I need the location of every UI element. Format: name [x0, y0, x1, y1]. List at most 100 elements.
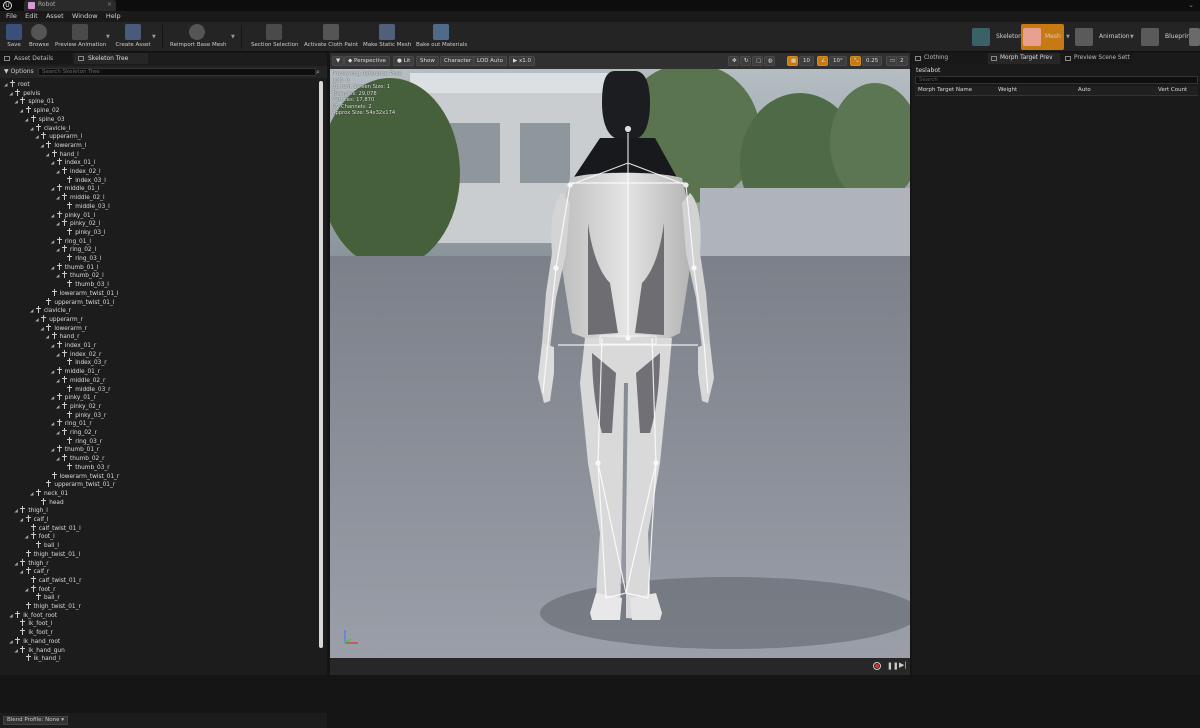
translate-icon[interactable]: ✥ [728, 56, 739, 66]
unreal-logo-icon[interactable]: U [3, 1, 12, 10]
rotate-icon[interactable]: ↻ [740, 56, 751, 66]
bone-row[interactable]: index_03_r [61, 358, 107, 367]
camera-speed-value[interactable]: 2 [896, 56, 908, 66]
bone-row[interactable]: ◢ upperarm_l [35, 132, 82, 141]
tab-preview-scene-settings[interactable]: Preview Scene Sett [1062, 53, 1134, 64]
bone-row[interactable]: ◢ lowerarm_l [40, 140, 86, 150]
mode-mesh-button[interactable]: Mesh [1021, 24, 1064, 50]
menu-asset[interactable]: Asset [46, 11, 64, 22]
mode-physics-button[interactable] [1189, 24, 1200, 50]
bone-row[interactable]: ◢ middle_02_l [56, 193, 105, 202]
record-button[interactable] [873, 662, 881, 670]
grid-snap-icon[interactable]: ▦ [787, 56, 798, 66]
animation-dropdown-icon[interactable]: ▼ [1130, 34, 1134, 40]
bone-row[interactable]: ◢ clavicle_r [30, 306, 71, 315]
bone-row[interactable]: ik_foot_r [14, 628, 53, 637]
bone-row[interactable]: lowerarm_twist_01_r [46, 471, 119, 481]
mode-skeleton-button[interactable]: Skeleton [972, 24, 1022, 50]
bone-row[interactable]: ◢ foot_l [25, 532, 55, 541]
bone-row[interactable]: ik_foot_l [14, 619, 52, 628]
menu-help[interactable]: Help [106, 11, 121, 22]
bone-row[interactable]: ◢ ik_foot_root [9, 610, 57, 620]
bone-row[interactable]: ◢ spine_01 [14, 97, 54, 106]
bone-row[interactable]: ◢ middle_01_r [51, 367, 100, 376]
show-button[interactable]: Show [416, 56, 439, 66]
bone-row[interactable]: upperarm_twist_01_r [40, 480, 115, 489]
browse-button[interactable]: Browse [27, 23, 51, 51]
pause-button[interactable]: ❚❚ [887, 662, 899, 670]
bone-row[interactable]: ◢ clavicle_l [30, 123, 70, 133]
blend-profile-dropdown[interactable]: Blend Profile: None ▾ [3, 716, 68, 725]
tab-skeleton-tree[interactable]: Skeleton Tree [74, 53, 148, 64]
bone-row[interactable]: ◢ root [4, 80, 30, 89]
menu-file[interactable]: File [6, 11, 17, 22]
scale-snap-value[interactable]: 0.25 [862, 56, 883, 66]
tab-clothing[interactable]: Clothing [912, 53, 986, 64]
rotation-snap-icon[interactable]: ∠ [817, 56, 828, 66]
bone-row[interactable]: ◢ ik_hand_gun [14, 645, 65, 655]
bone-row[interactable]: ◢ index_02_r [56, 349, 101, 359]
close-tab-icon[interactable]: × [107, 1, 112, 8]
options-button[interactable]: ▼ Options [4, 68, 34, 75]
column-weight[interactable]: Weight [998, 87, 1017, 93]
bone-row[interactable]: ◢ index_02_l [56, 167, 101, 176]
bone-row[interactable]: ◢ ring_02_r [56, 428, 97, 437]
bone-row[interactable]: ◢ pelvis [9, 88, 40, 98]
section-selection-button[interactable]: Section Selection [251, 23, 299, 51]
bone-row[interactable]: ◢ ik_hand_root [9, 636, 60, 646]
bone-row[interactable]: thigh_twist_01_r [20, 602, 81, 611]
make-static-mesh-button[interactable]: Make Static Mesh [363, 23, 411, 51]
bone-row[interactable]: lowerarm_twist_01_l [46, 288, 119, 298]
playback-speed-button[interactable]: ▶ x1.0 [509, 56, 535, 66]
reimport-dropdown-icon[interactable]: ▼ [231, 34, 235, 40]
perspective-button[interactable]: ◆ Perspective [344, 56, 390, 66]
menu-edit[interactable]: Edit [25, 11, 38, 22]
bone-row[interactable]: thigh_twist_01_l [20, 549, 80, 559]
menu-window[interactable]: Window [72, 11, 98, 22]
bone-row[interactable]: ◢ index_01_r [51, 341, 96, 350]
bone-row[interactable]: ◢ hand_r [46, 332, 79, 341]
save-button[interactable]: Save [3, 23, 25, 51]
cloth-paint-button[interactable]: Activate Cloth Paint [304, 23, 358, 51]
world-local-icon[interactable]: ◍ [764, 56, 775, 66]
scale-icon[interactable]: ▢ [752, 56, 763, 66]
lit-button[interactable]: ● Lit [393, 56, 415, 66]
mode-blueprint-button[interactable]: Blueprint [1141, 24, 1192, 50]
bone-row[interactable]: ◢ pinky_01_r [51, 393, 96, 402]
bone-row[interactable]: calf_twist_01_l [25, 523, 81, 533]
bone-row[interactable]: index_03_l [61, 175, 106, 185]
bone-row[interactable]: ◢ thumb_01_l [51, 262, 99, 272]
bone-row[interactable]: ◢ foot_r [25, 584, 56, 594]
create-asset-dropdown-icon[interactable]: ▼ [152, 34, 156, 40]
column-morph-target-name[interactable]: Morph Target Name [918, 87, 972, 93]
preview-animation-button[interactable]: Preview Animation [55, 23, 106, 51]
step-forward-button[interactable]: ▶| [899, 661, 907, 669]
bone-row[interactable]: ◢ lowerarm_r [40, 323, 87, 333]
lod-button[interactable]: LOD Auto [473, 56, 507, 66]
bone-row[interactable]: ◢ upperarm_r [35, 314, 83, 324]
rotation-snap-value[interactable]: 10° [829, 56, 847, 66]
bone-row[interactable]: ◢ calf_r [20, 567, 49, 576]
bone-row[interactable]: ◢ thigh_l [14, 506, 48, 515]
column-auto[interactable]: Auto [1078, 87, 1091, 93]
bone-row[interactable]: ik_hand_l [20, 654, 61, 663]
bake-materials-button[interactable]: Bake out Materials [416, 23, 467, 51]
bone-row[interactable]: calf_twist_01_r [25, 575, 82, 585]
scale-snap-icon[interactable]: ⤡ [850, 56, 861, 66]
bone-row[interactable]: ◢ index_01_l [51, 158, 95, 167]
bone-row[interactable]: ◢ thumb_01_r [51, 445, 99, 454]
preview-animation-dropdown-icon[interactable]: ▼ [106, 34, 110, 40]
bone-row[interactable]: ◢ thigh_r [14, 558, 49, 568]
search-icon[interactable]: ⌕ [316, 68, 320, 77]
bone-row[interactable]: pinky_03_r [61, 410, 106, 420]
create-asset-button[interactable]: Create Asset [115, 23, 151, 51]
mesh-dropdown-icon[interactable]: ▼ [1066, 34, 1070, 40]
bone-row[interactable]: ◢ ring_02_l [56, 245, 96, 254]
bone-row[interactable]: ◢ middle_02_r [56, 375, 105, 385]
bone-row[interactable]: ball_r [30, 593, 60, 602]
bone-row[interactable]: ◢ thumb_02_r [56, 454, 105, 463]
tree-scrollbar[interactable] [319, 81, 323, 648]
viewport[interactable]: ▼ ◆ Perspective ● Lit Show Character LOD… [330, 53, 910, 675]
bone-row[interactable]: ◢ calf_l [20, 515, 49, 524]
character-button[interactable]: Character [440, 56, 476, 66]
